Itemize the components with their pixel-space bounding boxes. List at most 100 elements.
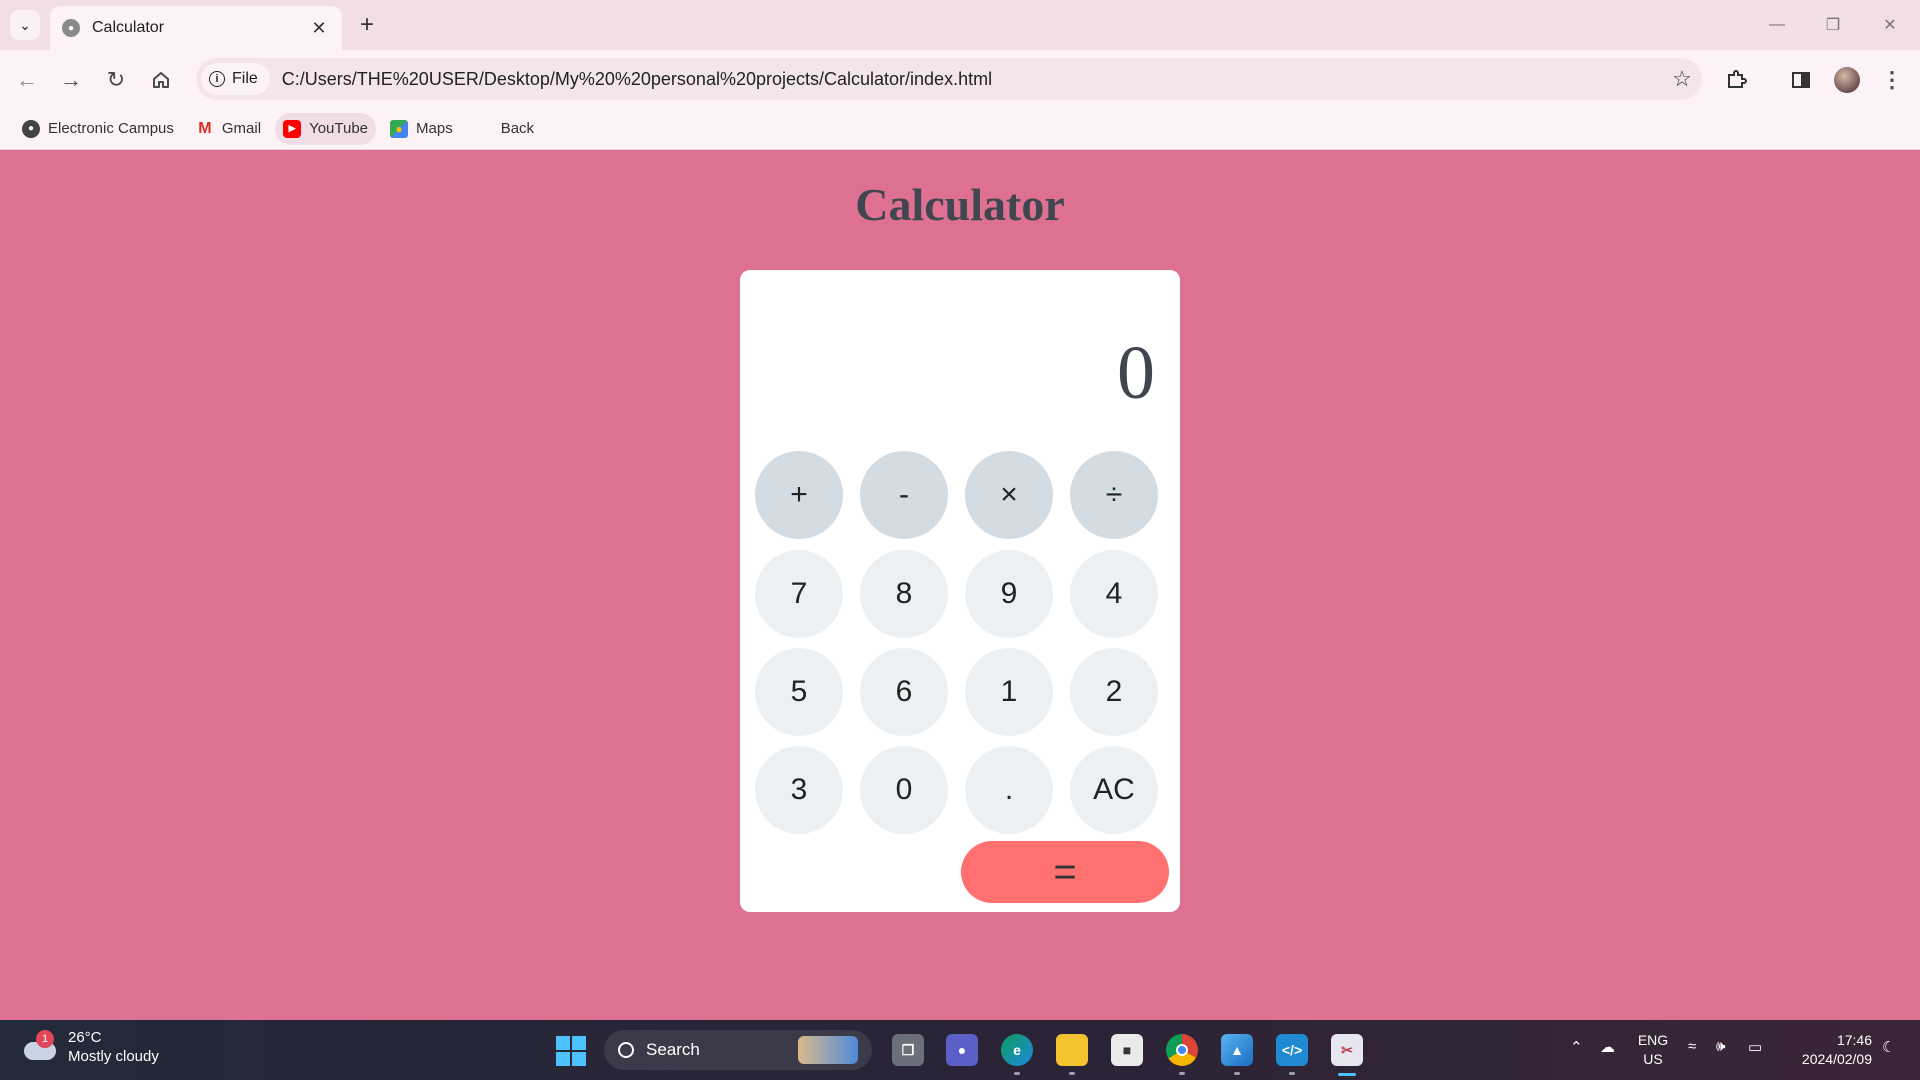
running-indicator bbox=[1234, 1072, 1240, 1075]
restore-button[interactable]: ❐ bbox=[1813, 10, 1853, 40]
weather-temperature: 26°C bbox=[68, 1029, 102, 1046]
focus-moon-icon[interactable]: ☾ bbox=[1882, 1038, 1895, 1056]
calculator-card: 0 + - × ÷ 7 8 9 4 5 6 1 2 3 0 . AC = bbox=[740, 270, 1180, 912]
equals-button[interactable]: = bbox=[961, 841, 1169, 903]
language-secondary: US bbox=[1643, 1051, 1663, 1067]
language-indicator[interactable]: ENG US bbox=[1634, 1031, 1672, 1069]
start-button[interactable] bbox=[556, 1036, 586, 1066]
taskbar-search[interactable]: Search bbox=[604, 1030, 872, 1070]
reload-button[interactable]: ↻ bbox=[99, 63, 133, 97]
clear-button[interactable]: AC bbox=[1070, 746, 1158, 834]
forward-button[interactable]: → bbox=[54, 63, 88, 97]
side-panel-icon bbox=[1792, 72, 1810, 88]
volume-icon[interactable]: 🕪 bbox=[1716, 1038, 1725, 1055]
new-tab-button[interactable]: + bbox=[352, 10, 382, 40]
file-explorer-icon[interactable] bbox=[1056, 1034, 1088, 1066]
chevron-up-icon[interactable]: ⌃ bbox=[1570, 1038, 1583, 1056]
avatar bbox=[1834, 67, 1860, 93]
weather-widget[interactable]: 1 26°C Mostly cloudy bbox=[22, 1028, 159, 1066]
bookmark-label: Back bbox=[500, 120, 535, 137]
key-3-button[interactable]: 3 bbox=[755, 746, 843, 834]
bookmark-back[interactable]: Back bbox=[467, 113, 542, 145]
bookmark-label: YouTube bbox=[309, 120, 369, 137]
globe-icon: ● bbox=[62, 19, 80, 37]
profile-button[interactable] bbox=[1830, 63, 1864, 97]
key-7-button[interactable]: 7 bbox=[755, 550, 843, 638]
divide-button[interactable]: ÷ bbox=[1070, 451, 1158, 539]
multiply-button[interactable]: × bbox=[965, 451, 1053, 539]
extensions-button[interactable] bbox=[1719, 63, 1753, 97]
tab-strip: ⌄ ● Calculator ✕ + — ❐ ✕ bbox=[0, 0, 1920, 50]
key-0-button[interactable]: 0 bbox=[860, 746, 948, 834]
calculator-display: 0 bbox=[1117, 331, 1155, 415]
arrow-left-icon: ← bbox=[16, 67, 38, 92]
bookmarks-bar: ● Electronic Campus M Gmail ▶ YouTube ● … bbox=[0, 108, 1920, 150]
key-9-button[interactable]: 9 bbox=[965, 550, 1053, 638]
maps-icon: ● bbox=[390, 119, 409, 138]
back-button[interactable]: ← bbox=[10, 63, 44, 97]
decimal-button[interactable]: . bbox=[965, 746, 1053, 834]
taskbar: 1 26°C Mostly cloudy Search ❐ ● e ■ ▲ </… bbox=[0, 1020, 1920, 1080]
snipping-tool-icon[interactable]: ✂ bbox=[1331, 1034, 1363, 1066]
close-window-button[interactable]: ✕ bbox=[1870, 10, 1910, 40]
active-app-indicator bbox=[1338, 1073, 1356, 1076]
plus-icon: + bbox=[359, 11, 374, 38]
clock[interactable]: 17:46 2024/02/09 bbox=[1782, 1031, 1872, 1069]
bookmark-maps[interactable]: ● Maps bbox=[382, 113, 461, 145]
home-icon bbox=[153, 72, 169, 88]
site-chip-label: File bbox=[232, 70, 258, 87]
bookmark-electronic-campus[interactable]: ● Electronic Campus bbox=[14, 113, 182, 145]
bookmark-gmail[interactable]: M Gmail bbox=[188, 113, 269, 145]
key-4-button[interactable]: 4 bbox=[1070, 550, 1158, 638]
task-view-icon[interactable]: ❐ bbox=[892, 1034, 924, 1066]
language-primary: ENG bbox=[1637, 1032, 1669, 1048]
arrow-right-icon: → bbox=[60, 67, 82, 92]
restore-icon: ❐ bbox=[1825, 17, 1841, 34]
youtube-icon: ▶ bbox=[283, 119, 302, 138]
gmail-icon: M bbox=[198, 119, 212, 137]
tab-search-button[interactable]: ⌄ bbox=[10, 10, 40, 40]
key-2-button[interactable]: 2 bbox=[1070, 648, 1158, 736]
key-5-button[interactable]: 5 bbox=[755, 648, 843, 736]
onedrive-cloud-icon[interactable]: ☁ bbox=[1600, 1038, 1615, 1056]
clock-time: 17:46 bbox=[1836, 1032, 1872, 1048]
subtract-button[interactable]: - bbox=[860, 451, 948, 539]
site-info-chip[interactable]: i File bbox=[201, 63, 270, 95]
minimize-button[interactable]: — bbox=[1757, 10, 1797, 40]
globe-icon: ● bbox=[22, 119, 40, 138]
clock-date: 2024/02/09 bbox=[1801, 1051, 1872, 1067]
browser-menu-button[interactable]: ⋮ bbox=[1875, 63, 1909, 97]
windows-logo-icon bbox=[475, 120, 493, 138]
cloud-icon: 1 bbox=[22, 1030, 60, 1062]
address-bar[interactable]: i File C:/Users/THE%20USER/Desktop/My%20… bbox=[196, 58, 1702, 100]
search-label: Search bbox=[646, 1040, 700, 1059]
photos-icon[interactable]: ▲ bbox=[1221, 1034, 1253, 1066]
edge-browser-icon[interactable]: e bbox=[1001, 1034, 1033, 1066]
microsoft-store-icon[interactable]: ■ bbox=[1111, 1034, 1143, 1066]
browser-tab[interactable]: ● Calculator ✕ bbox=[50, 6, 342, 50]
chevron-down-icon: ⌄ bbox=[19, 16, 31, 33]
vscode-icon[interactable]: </> bbox=[1276, 1034, 1308, 1066]
home-button[interactable] bbox=[144, 63, 178, 97]
close-icon[interactable]: ✕ bbox=[308, 18, 330, 39]
side-panel-button[interactable] bbox=[1784, 63, 1818, 97]
chrome-browser-icon[interactable] bbox=[1166, 1034, 1198, 1066]
bookmark-youtube[interactable]: ▶ YouTube bbox=[275, 112, 377, 145]
running-indicator bbox=[1179, 1072, 1185, 1075]
bookmark-label: Electronic Campus bbox=[48, 120, 174, 137]
notification-badge: 1 bbox=[36, 1030, 54, 1048]
wifi-icon[interactable]: ≈ bbox=[1688, 1038, 1696, 1055]
more-vertical-icon: ⋮ bbox=[1881, 67, 1903, 92]
search-highlight-image bbox=[798, 1036, 858, 1064]
battery-icon[interactable]: ▭ bbox=[1748, 1038, 1762, 1056]
bookmark-star-icon[interactable]: ☆ bbox=[1662, 66, 1702, 92]
url-text[interactable]: C:/Users/THE%20USER/Desktop/My%20%20pers… bbox=[282, 69, 1662, 90]
running-indicator bbox=[1289, 1072, 1295, 1075]
minimize-icon: — bbox=[1769, 16, 1785, 33]
teams-chat-icon[interactable]: ● bbox=[946, 1034, 978, 1066]
key-1-button[interactable]: 1 bbox=[965, 648, 1053, 736]
key-8-button[interactable]: 8 bbox=[860, 550, 948, 638]
running-indicator bbox=[1069, 1072, 1075, 1075]
key-6-button[interactable]: 6 bbox=[860, 648, 948, 736]
add-button[interactable]: + bbox=[755, 451, 843, 539]
